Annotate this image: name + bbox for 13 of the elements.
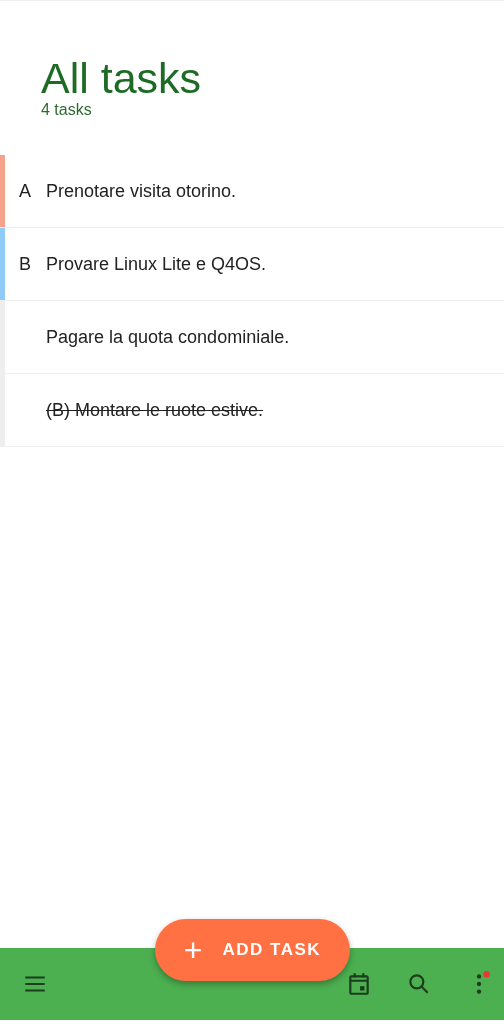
priority-label: A (19, 180, 31, 201)
priority-label: B (19, 253, 31, 274)
task-text: (B) Montare le ruote estive. (46, 399, 264, 421)
task-text: Prenotare visita otorino. (46, 180, 237, 202)
task-row[interactable]: (B) Montare le ruote estive. (0, 374, 504, 447)
task-count: 4 tasks (41, 101, 93, 119)
task-row[interactable]: Pagare la quota condominiale. (0, 301, 504, 374)
task-text: Provare Linux Lite e Q4OS. (46, 253, 267, 275)
task-row[interactable]: A Prenotare visita otorino. (0, 155, 504, 228)
task-text: Pagare la quota condominiale. (46, 326, 290, 348)
page-title: All tasks (41, 53, 203, 103)
task-row[interactable]: B Provare Linux Lite e Q4OS. (0, 228, 504, 301)
calendar-icon[interactable] (346, 971, 372, 997)
